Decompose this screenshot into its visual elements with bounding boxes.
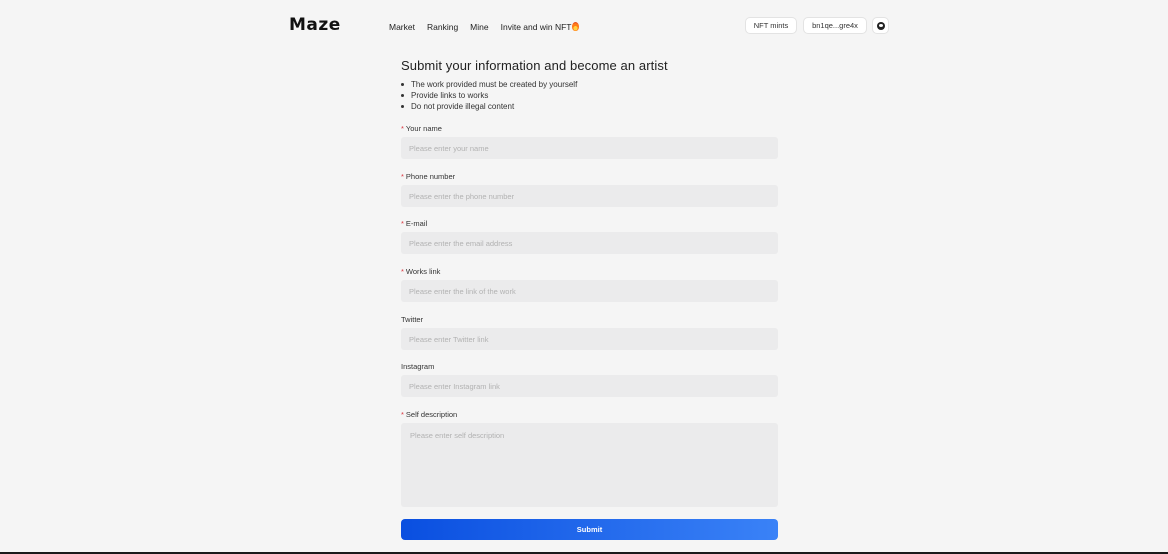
twitter-input[interactable]: Please enter Twitter link	[401, 328, 778, 350]
required-mark: *	[401, 172, 404, 181]
description-textarea[interactable]: Please enter self description	[401, 423, 778, 507]
submit-button[interactable]: Submit	[401, 519, 778, 540]
description-label: * Self description	[401, 410, 457, 419]
form-intro: Submit your information and become an ar…	[401, 58, 778, 112]
phone-label-text: Phone number	[405, 172, 456, 181]
nft-mints-button[interactable]: NFT mints	[745, 17, 797, 34]
works-link-label: * Works link	[401, 267, 440, 276]
description-label-text: Self description	[405, 410, 458, 419]
rule-item: Provide links to works	[401, 90, 778, 101]
nav-ranking[interactable]: Ranking	[427, 22, 458, 32]
required-mark: *	[401, 124, 404, 133]
logo[interactable]: Maze	[289, 15, 341, 35]
email-label: * E-mail	[401, 219, 427, 228]
required-mark: *	[401, 219, 404, 228]
phone-input[interactable]: Please enter the phone number	[401, 185, 778, 207]
avatar-icon	[876, 21, 885, 30]
nav-invite-label: Invite and win NFT	[500, 22, 572, 32]
name-input[interactable]: Please enter your name	[401, 137, 778, 159]
rule-item: Do not provide illegal content	[401, 101, 778, 112]
name-label-text: Your name	[405, 124, 442, 133]
nav-market[interactable]: Market	[389, 22, 415, 32]
nav-invite[interactable]: Invite and win NFT	[501, 22, 580, 32]
email-input[interactable]: Please enter the email address	[401, 232, 778, 254]
instagram-input[interactable]: Please enter Instagram link	[401, 375, 778, 397]
works-link-label-text: Works link	[405, 267, 441, 276]
name-label: * Your name	[401, 124, 442, 133]
page-title: Submit your information and become an ar…	[401, 58, 668, 73]
fire-icon	[572, 22, 580, 31]
rule-item: The work provided must be created by you…	[401, 79, 778, 90]
instagram-label: Instagram	[401, 362, 435, 371]
phone-label: * Phone number	[401, 172, 455, 181]
page: Maze Market Ranking Mine Invite and win …	[0, 0, 1168, 554]
required-mark: *	[401, 267, 404, 276]
wallet-address-button[interactable]: bn1qe...gre4x	[803, 17, 867, 34]
email-label-text: E-mail	[405, 219, 428, 228]
main-nav: Market Ranking Mine Invite and win NFT	[389, 22, 580, 32]
header: Maze Market Ranking Mine Invite and win …	[0, 0, 1168, 52]
works-link-input[interactable]: Please enter the link of the work	[401, 280, 778, 302]
nav-mine[interactable]: Mine	[470, 22, 488, 32]
rules-list: The work provided must be created by you…	[401, 79, 778, 112]
avatar-button[interactable]	[872, 17, 889, 34]
required-mark: *	[401, 410, 404, 419]
twitter-label: Twitter	[401, 315, 424, 324]
